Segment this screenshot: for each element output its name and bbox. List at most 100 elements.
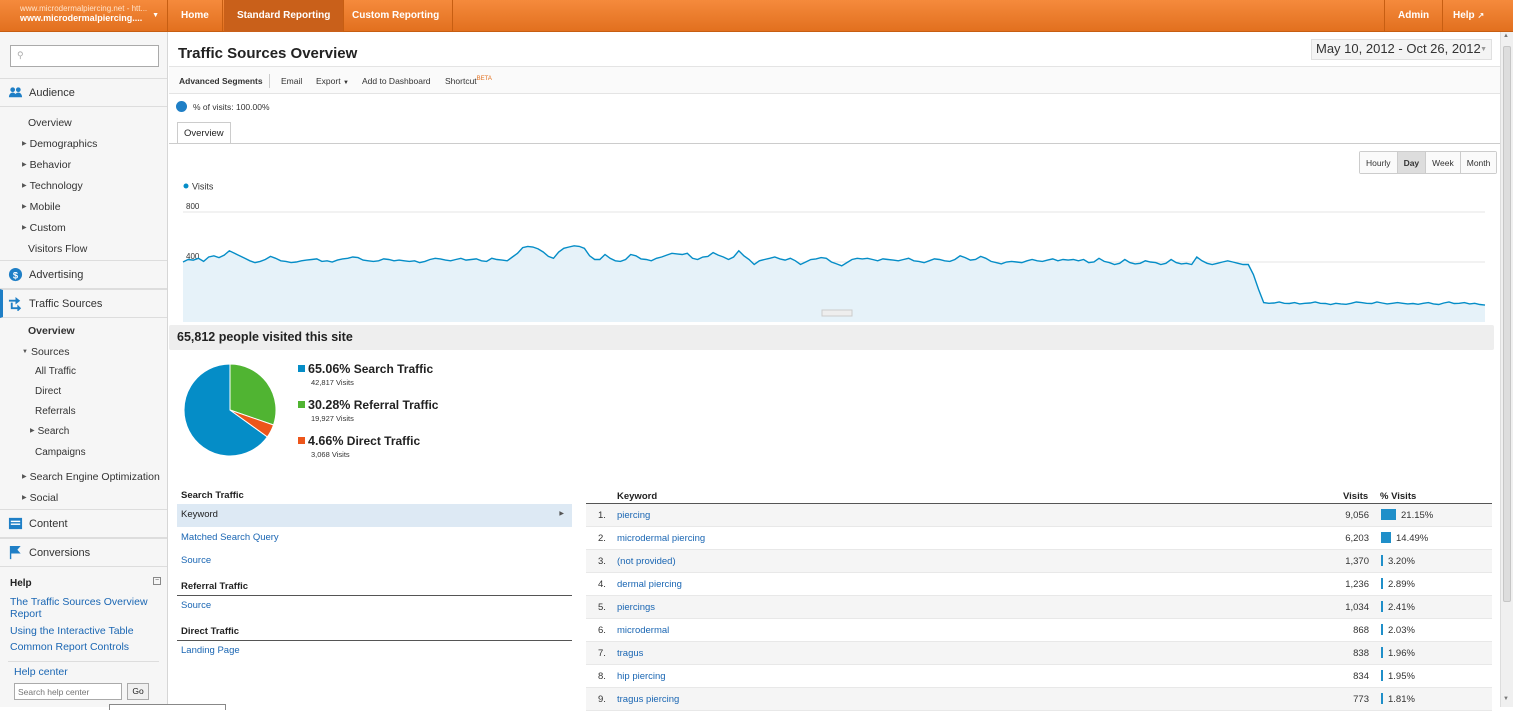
nav-home[interactable]: Home xyxy=(168,0,223,32)
sidebar-item-sources[interactable]: ▼ Sources xyxy=(22,346,69,358)
people-icon xyxy=(8,87,23,98)
shortcut-button[interactable]: ShortcutBETA xyxy=(445,76,492,86)
scrollbar-thumb[interactable] xyxy=(1503,46,1511,602)
keyword-link[interactable]: tragus piercing xyxy=(617,694,679,705)
dimension-referral-source[interactable]: Source xyxy=(177,595,572,618)
granularity-hourly[interactable]: Hourly xyxy=(1360,152,1398,173)
sidebar-item-campaigns[interactable]: Campaigns xyxy=(35,447,86,458)
pct-visits-value: 2.41% xyxy=(1388,602,1415,613)
granularity-day[interactable]: Day xyxy=(1397,152,1427,173)
table-row[interactable]: 1. piercing 9,056 21.15% xyxy=(586,504,1492,527)
sidebar-item-search[interactable]: ▶ Search xyxy=(30,426,69,437)
keyword-link[interactable]: (not provided) xyxy=(617,556,676,567)
visits-value: 9,056 xyxy=(1345,510,1369,521)
sidebar-item-mobile[interactable]: ▶ Mobile xyxy=(22,201,61,213)
scroll-up-icon[interactable]: ▲ xyxy=(1503,33,1509,39)
sidebar-item-all-traffic[interactable]: All Traffic xyxy=(35,366,76,377)
sidebar-section-audience[interactable]: Audience xyxy=(0,78,167,107)
table-row[interactable]: 4. dermal piercing 1,236 2.89% xyxy=(586,573,1492,596)
keyword-link[interactable]: piercing xyxy=(617,510,650,521)
keyword-link[interactable]: dermal piercing xyxy=(617,579,682,590)
column-keyword[interactable]: Keyword xyxy=(617,491,657,502)
nav-custom-reporting[interactable]: Custom Reporting xyxy=(339,0,454,32)
dimension-matched-search-query[interactable]: Matched Search Query xyxy=(177,527,572,550)
column-pct-visits[interactable]: % Visits xyxy=(1380,491,1416,502)
scroll-down-icon[interactable]: ▼ xyxy=(1503,696,1509,702)
help-center-link[interactable]: Help center xyxy=(14,666,68,678)
dimension-heading-search: Search Traffic xyxy=(177,490,572,505)
pct-visits-value: 3.20% xyxy=(1388,556,1415,567)
help-search-input[interactable] xyxy=(14,683,122,700)
keyword-link[interactable]: tragus xyxy=(617,648,643,659)
table-row[interactable]: 9. tragus piercing 773 1.81% xyxy=(586,688,1492,711)
sidebar-item-referrals[interactable]: Referrals xyxy=(35,406,76,417)
dimension-keyword[interactable]: Keyword ▶ xyxy=(177,504,572,527)
visits-line-chart[interactable]: Visits 400800 June 2012July 2012August 2… xyxy=(169,172,1500,322)
sidebar-item-custom[interactable]: ▶ Custom xyxy=(22,222,66,234)
sidebar-item-technology[interactable]: ▶ Technology xyxy=(22,180,83,192)
sidebar-item-label: Custom xyxy=(29,222,66,234)
dimension-landing-page[interactable]: Landing Page xyxy=(177,640,572,663)
help-search-go-button[interactable]: Go xyxy=(127,683,149,700)
segment-pie-icon xyxy=(176,101,187,112)
dimension-heading-direct: Direct Traffic xyxy=(177,626,572,641)
sidebar-section-conversions[interactable]: Conversions xyxy=(0,538,167,567)
export-button[interactable]: Export ▼ xyxy=(316,76,349,86)
keyword-link[interactable]: microdermal xyxy=(617,625,669,636)
sidebar-item-social[interactable]: ▶ Social xyxy=(22,492,58,504)
sidebar-section-audience-label: Audience xyxy=(29,86,75,99)
sidebar-section-traffic-sources-label: Traffic Sources xyxy=(29,297,103,310)
nav-admin[interactable]: Admin xyxy=(1384,0,1444,32)
sidebar-section-traffic-sources[interactable]: Traffic Sources xyxy=(0,289,167,318)
table-row[interactable]: 3. (not provided) 1,370 3.20% xyxy=(586,550,1492,573)
legend-referral-traffic: 30.28% Referral Traffic 19,927 Visits xyxy=(298,398,438,423)
traffic-pie-chart[interactable] xyxy=(184,364,284,464)
dimension-search-source[interactable]: Source xyxy=(177,550,572,573)
sidebar-item-seo[interactable]: ▶ Search Engine Optimization xyxy=(22,471,160,483)
granularity-month[interactable]: Month xyxy=(1460,152,1497,173)
collapse-icon[interactable]: − xyxy=(153,577,161,585)
sidebar-item-audience-overview[interactable]: Overview xyxy=(28,117,72,129)
column-visits[interactable]: Visits xyxy=(1343,491,1368,502)
table-row[interactable]: 5. piercings 1,034 2.41% xyxy=(586,596,1492,619)
sidebar-item-direct[interactable]: Direct xyxy=(35,386,61,397)
help-link-traffic-sources-overview[interactable]: The Traffic Sources Overview Report xyxy=(10,596,150,620)
granularity-week[interactable]: Week xyxy=(1426,152,1461,173)
page-title: Traffic Sources Overview xyxy=(178,45,358,62)
add-to-dashboard-button[interactable]: Add to Dashboard xyxy=(362,76,431,86)
nav-standard-reporting[interactable]: Standard Reporting xyxy=(224,0,345,32)
sidebar-item-behavior[interactable]: ▶ Behavior xyxy=(22,159,71,171)
sidebar-search-input[interactable]: ⚲ xyxy=(10,45,159,67)
help-link-report-controls[interactable]: Common Report Controls xyxy=(10,641,129,653)
table-row[interactable]: 2. microdermal piercing 6,203 14.49% xyxy=(586,527,1492,550)
table-row[interactable]: 8. hip piercing 834 1.95% xyxy=(586,665,1492,688)
date-range-picker[interactable]: May 10, 2012 - Oct 26, 2012 ▼ xyxy=(1311,39,1492,60)
visits-value: 1,236 xyxy=(1345,579,1369,590)
account-url: www.microdermalpiercing.net - htt... xyxy=(20,4,148,13)
email-button[interactable]: Email xyxy=(281,76,302,86)
legend-swatch xyxy=(183,183,189,189)
flag-icon xyxy=(9,545,21,560)
expand-arrow-icon: ▶ xyxy=(22,162,27,168)
pct-visits-value: 21.15% xyxy=(1401,510,1434,521)
sidebar-section-advertising[interactable]: $ Advertising xyxy=(0,260,167,289)
table-row[interactable]: 6. microdermal 868 2.03% xyxy=(586,619,1492,642)
table-row[interactable]: 7. tragus 838 1.96% xyxy=(586,642,1492,665)
keyword-link[interactable]: piercings xyxy=(617,602,655,613)
sidebar-item-ts-overview[interactable]: Overview xyxy=(28,325,75,337)
advanced-segments-button[interactable]: Advanced Segments xyxy=(179,76,263,86)
nav-help[interactable]: Help ↗ xyxy=(1440,0,1497,32)
row-number: 1. xyxy=(598,510,606,521)
sidebar-item-label: Search Engine Optimization xyxy=(29,471,160,483)
sidebar-item-demographics[interactable]: ▶ Demographics xyxy=(22,138,97,150)
tab-overview[interactable]: Overview xyxy=(177,122,231,144)
keyword-link[interactable]: hip piercing xyxy=(617,671,666,682)
account-selector[interactable]: www.microdermalpiercing.net - htt... www… xyxy=(0,0,168,32)
help-link-interactive-table[interactable]: Using the Interactive Table xyxy=(10,625,134,637)
sidebar-item-visitors-flow[interactable]: Visitors Flow xyxy=(28,243,87,255)
page-scrollbar[interactable]: ▲ ▼ xyxy=(1500,32,1513,707)
chart-resize-handle[interactable] xyxy=(821,309,853,317)
sidebar-section-content[interactable]: Content xyxy=(0,509,167,538)
keyword-link[interactable]: microdermal piercing xyxy=(617,533,705,544)
tooltip-edge xyxy=(109,704,226,710)
